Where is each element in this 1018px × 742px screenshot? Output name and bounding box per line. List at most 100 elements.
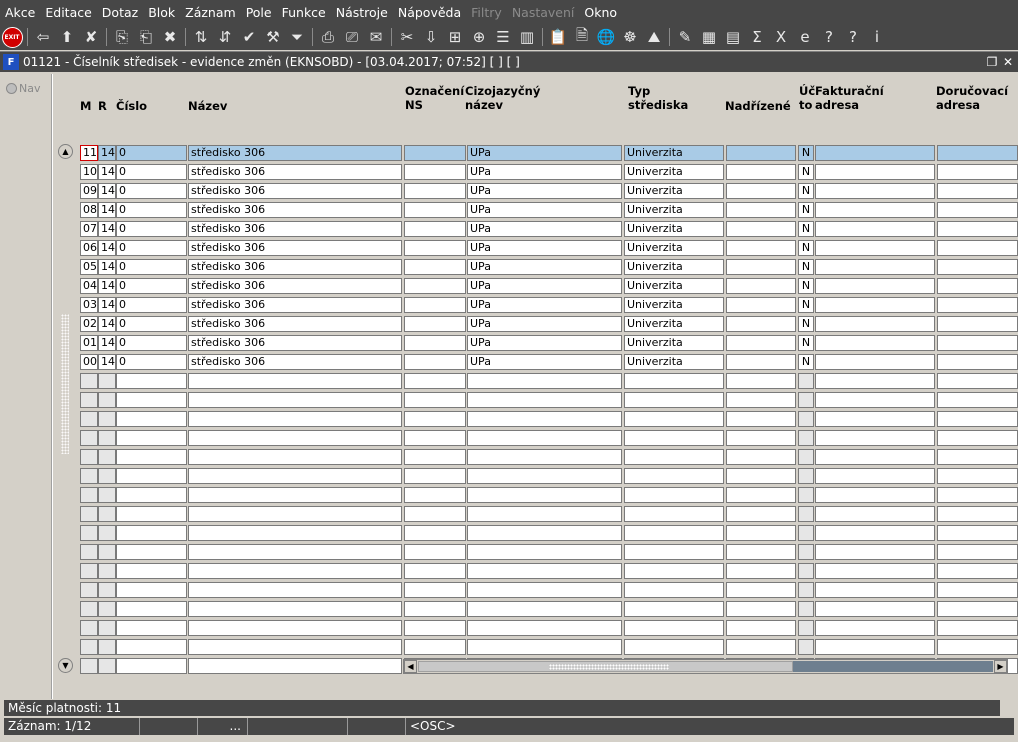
cell-r[interactable] [98, 658, 116, 674]
cell-cislo[interactable] [116, 639, 187, 655]
cell-uc[interactable] [798, 506, 814, 522]
nav-radio[interactable] [6, 83, 17, 94]
cell-nadrizene[interactable] [726, 430, 796, 446]
commit-icon[interactable]: ✔ [237, 25, 261, 49]
cell-cislo[interactable]: 0 [116, 354, 187, 370]
cell-r[interactable] [98, 487, 116, 503]
cell-cislo[interactable] [116, 411, 187, 427]
cell-nazev[interactable] [188, 506, 402, 522]
cell-uc[interactable] [798, 601, 814, 617]
cell-fakturacni[interactable] [815, 544, 935, 560]
cell-nazev[interactable]: středisko 306 [188, 164, 402, 180]
cell-cizojazycny[interactable] [467, 487, 622, 503]
cell-fakturacni[interactable] [815, 430, 935, 446]
cell-fakturacni[interactable] [815, 506, 935, 522]
cell-r[interactable] [98, 468, 116, 484]
cell-fakturacni[interactable] [815, 297, 935, 313]
cell-dorucovaci[interactable] [937, 449, 1018, 465]
table-row[interactable]: 11 14 0 středisko 306 UPa Univerzita N [80, 144, 1018, 163]
cell-r[interactable] [98, 544, 116, 560]
cell-cislo[interactable]: 0 [116, 202, 187, 218]
cell-cislo[interactable] [116, 449, 187, 465]
cell-dorucovaci[interactable] [937, 468, 1018, 484]
cell-oznaceni[interactable] [404, 620, 466, 636]
cell-oznaceni[interactable] [404, 145, 466, 161]
list-icon[interactable]: ☰ [491, 25, 515, 49]
cell-r[interactable]: 14 [98, 221, 116, 237]
menu-8[interactable]: Nápověda [398, 5, 461, 20]
table-row[interactable] [80, 581, 1018, 600]
cell-r[interactable]: 14 [98, 278, 116, 294]
cell-fakturacni[interactable] [815, 240, 935, 256]
cell-nazev[interactable] [188, 411, 402, 427]
cell-nadrizene[interactable] [726, 183, 796, 199]
cell-cizojazycny[interactable]: UPa [467, 183, 622, 199]
cell-typ[interactable]: Univerzita [624, 354, 724, 370]
cell-oznaceni[interactable] [404, 221, 466, 237]
chart-icon[interactable]: ▦ [697, 25, 721, 49]
cell-nazev[interactable] [188, 449, 402, 465]
cell-r[interactable] [98, 620, 116, 636]
info-icon[interactable]: i [865, 25, 889, 49]
cell-uc[interactable] [798, 620, 814, 636]
cell-cislo[interactable]: 0 [116, 259, 187, 275]
cell-fakturacni[interactable] [815, 145, 935, 161]
table-row[interactable] [80, 429, 1018, 448]
cell-r[interactable]: 14 [98, 354, 116, 370]
cell-cizojazycny[interactable]: UPa [467, 335, 622, 351]
cell-dorucovaci[interactable] [937, 221, 1018, 237]
cell-m[interactable]: 04 [80, 278, 98, 294]
cell-cizojazycny[interactable]: UPa [467, 354, 622, 370]
mail-icon[interactable]: ✉ [364, 25, 388, 49]
cell-nazev[interactable] [188, 658, 402, 674]
cell-uc[interactable] [798, 487, 814, 503]
cell-nazev[interactable] [188, 430, 402, 446]
sort-ascending-icon[interactable]: ⇅ [189, 25, 213, 49]
cell-typ[interactable]: Univerzita [624, 221, 724, 237]
table-row[interactable] [80, 543, 1018, 562]
cell-dorucovaci[interactable] [937, 164, 1018, 180]
cell-cislo[interactable] [116, 392, 187, 408]
cell-dorucovaci[interactable] [937, 620, 1018, 636]
cell-fakturacni[interactable] [815, 487, 935, 503]
cell-r[interactable] [98, 582, 116, 598]
cell-oznaceni[interactable] [404, 316, 466, 332]
cell-cislo[interactable]: 0 [116, 297, 187, 313]
cell-fakturacni[interactable] [815, 582, 935, 598]
copy-record-icon[interactable]: ⎘ [110, 25, 134, 49]
cell-fakturacni[interactable] [815, 164, 935, 180]
cell-dorucovaci[interactable] [937, 240, 1018, 256]
cell-typ[interactable]: Univerzita [624, 145, 724, 161]
cell-nazev[interactable] [188, 544, 402, 560]
menu-6[interactable]: Funkce [282, 5, 326, 20]
scroll-right-icon[interactable]: ▶ [994, 660, 1007, 673]
cell-typ[interactable] [624, 563, 724, 579]
cell-m[interactable] [80, 487, 98, 503]
cell-uc[interactable]: N [798, 354, 814, 370]
cell-fakturacni[interactable] [815, 335, 935, 351]
cell-nadrizene[interactable] [726, 316, 796, 332]
table-row[interactable]: 01 14 0 středisko 306 UPa Univerzita N [80, 334, 1018, 353]
cell-fakturacni[interactable] [815, 354, 935, 370]
cell-typ[interactable]: Univerzita [624, 240, 724, 256]
cell-dorucovaci[interactable] [937, 278, 1018, 294]
cell-typ[interactable] [624, 525, 724, 541]
cell-fakturacni[interactable] [815, 221, 935, 237]
cell-cizojazycny[interactable] [467, 525, 622, 541]
print-icon[interactable]: ⎙ [316, 25, 340, 49]
cell-dorucovaci[interactable] [937, 392, 1018, 408]
cell-m[interactable] [80, 506, 98, 522]
cell-cizojazycny[interactable] [467, 411, 622, 427]
cell-uc[interactable] [798, 639, 814, 655]
cell-dorucovaci[interactable] [937, 601, 1018, 617]
cell-typ[interactable]: Univerzita [624, 297, 724, 313]
table-row[interactable]: 05 14 0 středisko 306 UPa Univerzita N [80, 258, 1018, 277]
table-row[interactable]: 02 14 0 středisko 306 UPa Univerzita N [80, 315, 1018, 334]
cell-uc[interactable]: N [798, 316, 814, 332]
cell-typ[interactable]: Univerzita [624, 316, 724, 332]
mountain-icon[interactable]: ⛰ [642, 25, 666, 49]
cell-nadrizene[interactable] [726, 278, 796, 294]
cell-nadrizene[interactable] [726, 392, 796, 408]
cell-cizojazycny[interactable] [467, 468, 622, 484]
calculator-icon[interactable]: ▤ [721, 25, 745, 49]
